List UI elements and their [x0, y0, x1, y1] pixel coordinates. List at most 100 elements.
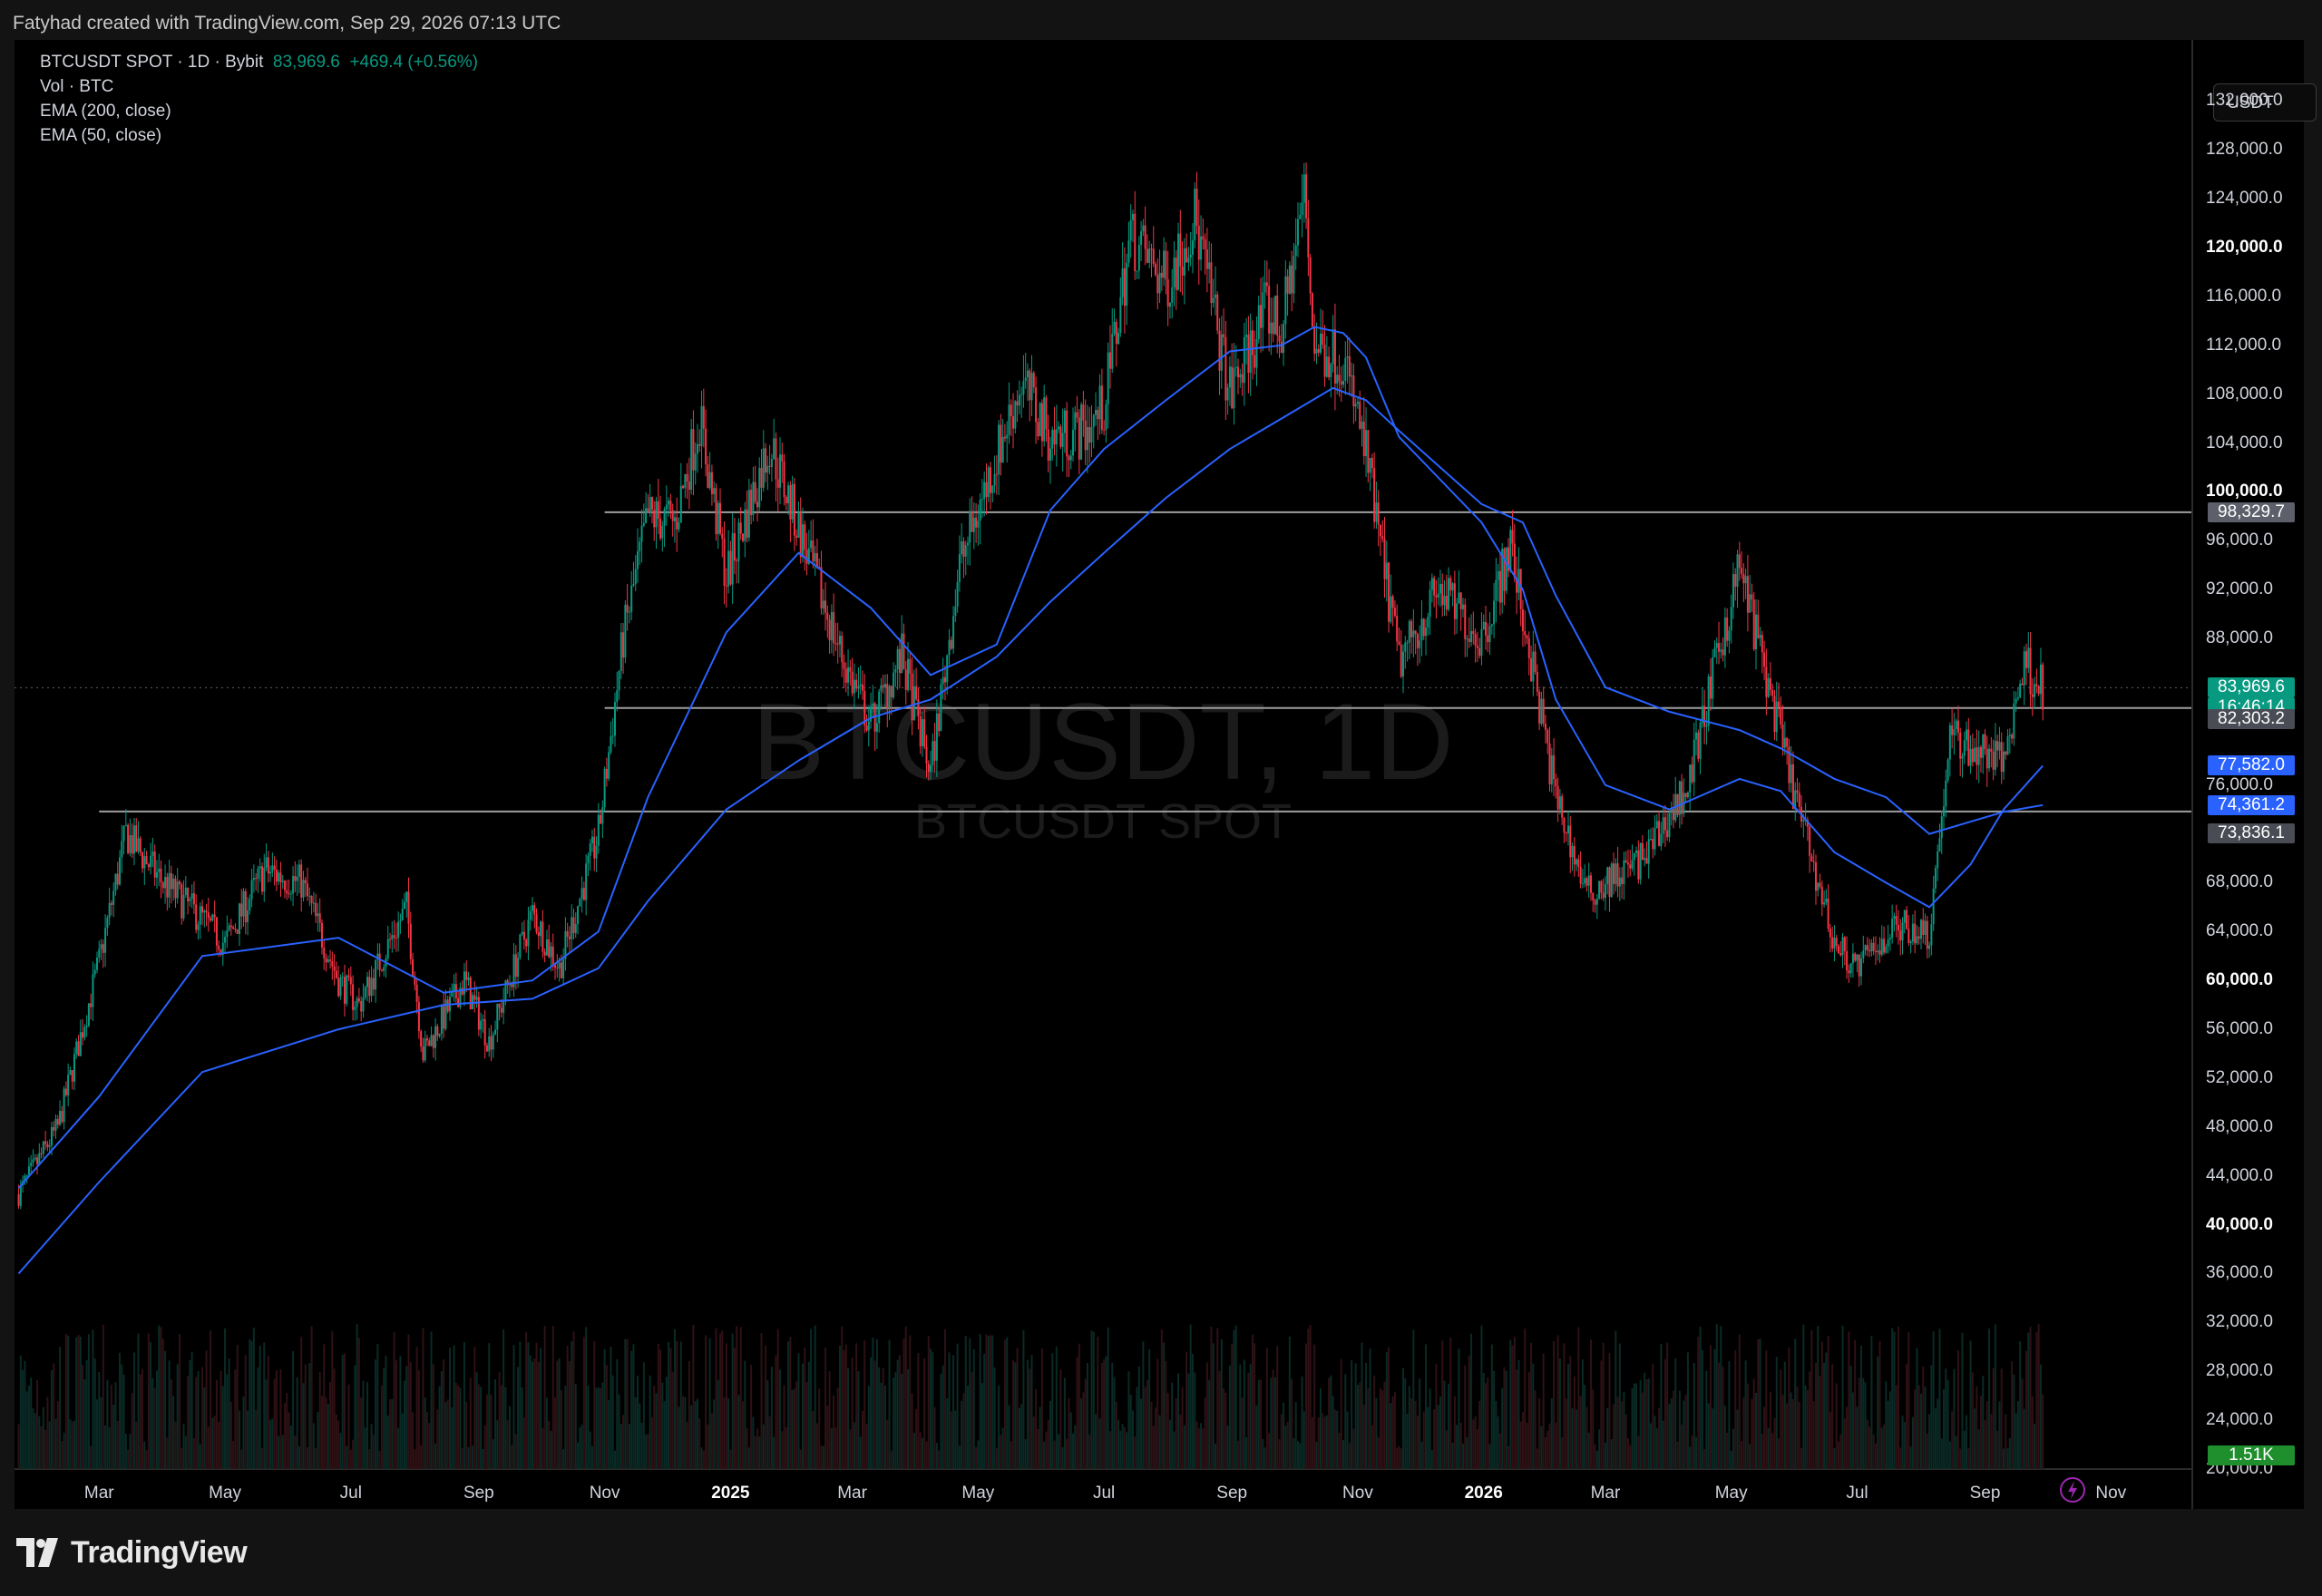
- volume-bar-424: [893, 1377, 895, 1469]
- volume-bar-251: [535, 1342, 538, 1469]
- candle-body-662: [1383, 539, 1386, 579]
- volume-bar-607: [1270, 1377, 1273, 1469]
- volume-bar-83: [189, 1359, 191, 1469]
- candle-body-129: [284, 881, 287, 890]
- candle-body-450: [946, 655, 949, 683]
- candle-body-678: [1416, 634, 1419, 648]
- candle-body-309: [655, 501, 658, 528]
- volume-bar-444: [933, 1406, 936, 1469]
- candle-body-976: [2031, 694, 2034, 697]
- volume-bar-596: [1247, 1372, 1250, 1469]
- volume-bar-451: [948, 1352, 951, 1469]
- volume-bar-22: [63, 1432, 65, 1469]
- candle-body-288: [611, 735, 614, 737]
- volume-bar-426: [896, 1359, 899, 1469]
- candle-body-689: [1439, 583, 1441, 594]
- candle-body-416: [875, 723, 878, 732]
- legend-ema200[interactable]: EMA (200, close): [40, 102, 171, 122]
- candle-body-173: [375, 959, 377, 990]
- volume-bar-240: [512, 1345, 515, 1469]
- candle-body-172: [372, 978, 375, 990]
- legend-symbol[interactable]: BTCUSDT SPOT · 1D · Bybit 83,969.6 +469.…: [40, 53, 478, 73]
- volume-bar-700: [1461, 1443, 1464, 1469]
- volume-bar-922: [1919, 1393, 1922, 1469]
- candle-body-45: [110, 902, 112, 905]
- volume-bar-123: [271, 1418, 274, 1469]
- volume-bar-911: [1897, 1326, 1899, 1469]
- chart-pane[interactable]: BTCUSDT, 1D BTCUSDT SPOT Mar May Jul Sep Nov…: [15, 40, 2317, 1509]
- volume-bar-636: [1330, 1375, 1332, 1469]
- candle-body-740: [1544, 724, 1546, 730]
- volume-bar-446: [938, 1450, 941, 1469]
- volume-bar-768: [1602, 1342, 1605, 1469]
- volume-bar-975: [2029, 1327, 2032, 1469]
- volume-bar-955: [1988, 1328, 1991, 1469]
- candle-body-283: [601, 807, 604, 824]
- candle-body-311: [659, 519, 662, 539]
- candle-body-577: [1208, 262, 1211, 269]
- volume-bar-586: [1226, 1425, 1229, 1469]
- tradingview-logo[interactable]: TradingView: [16, 1534, 248, 1571]
- candle-body-97: [218, 945, 220, 950]
- volume-bar-368: [776, 1328, 779, 1469]
- volume-bar-562: [1177, 1373, 1180, 1469]
- volume-bar-850: [1771, 1433, 1774, 1469]
- candle-body-905: [1885, 946, 1888, 953]
- legend-volume[interactable]: Vol · BTC: [40, 77, 113, 97]
- volume-bar-814: [1697, 1336, 1700, 1469]
- volume-bar-627: [1311, 1416, 1313, 1469]
- candle-body-313: [663, 509, 666, 526]
- volume-bar-353: [746, 1427, 748, 1469]
- candle-body-665: [1390, 596, 1392, 622]
- volume-bar-677: [1414, 1400, 1417, 1469]
- candle-body-927: [1930, 924, 1933, 946]
- legend-last-price: 83,969.6: [272, 53, 340, 72]
- volume-bar-494: [1037, 1428, 1039, 1469]
- legend-ema50[interactable]: EMA (50, close): [40, 126, 161, 146]
- volume-bar-844: [1759, 1338, 1761, 1469]
- lightning-icon[interactable]: [2059, 1476, 2086, 1504]
- candle-body-584: [1223, 334, 1225, 337]
- candle-body-202: [434, 1026, 437, 1048]
- legend-change: +469.4 (+0.56%): [349, 53, 478, 72]
- candle-body-24: [67, 1075, 70, 1095]
- volume-bar-727: [1517, 1359, 1520, 1469]
- volume-bar-528: [1107, 1328, 1109, 1469]
- volume-bar-430: [904, 1326, 907, 1469]
- candle-body-395: [833, 612, 835, 644]
- time-axis[interactable]: Mar May Jul Sep Nov 2025 Mar May Jul Sep Nov 2026 Ma…: [84, 1484, 2127, 1503]
- volume-bar-786: [1639, 1379, 1642, 1469]
- volume-bar-10: [38, 1416, 41, 1469]
- volume-bar-872: [1817, 1326, 1820, 1469]
- candle-body-581: [1216, 294, 1219, 331]
- volume-bar-878: [1829, 1412, 1831, 1469]
- candle-body-760: [1585, 878, 1588, 886]
- candle-body-978: [2035, 684, 2038, 686]
- candle-body-822: [1713, 647, 1716, 657]
- volume-bar-839: [1749, 1444, 1751, 1469]
- volume-bar-679: [1419, 1378, 1421, 1469]
- candle-body-546: [1144, 225, 1146, 249]
- volume-bar-908: [1891, 1328, 1894, 1469]
- candle-body-144: [315, 902, 317, 917]
- candle-body-50: [121, 841, 123, 858]
- candle-body-423: [890, 686, 893, 698]
- volume-bar-622: [1301, 1376, 1303, 1469]
- volume-bar-656: [1371, 1425, 1373, 1469]
- candle-body-644: [1346, 355, 1349, 358]
- candle-body-73: [168, 872, 171, 898]
- candle-body-298: [632, 584, 635, 586]
- volume-bar-613: [1283, 1402, 1285, 1469]
- volume-bar-514: [1078, 1343, 1080, 1469]
- volume-bar-595: [1245, 1436, 1248, 1469]
- volume-bar-296: [628, 1424, 630, 1469]
- volume-bar-579: [1212, 1343, 1215, 1469]
- volume-bar-716: [1495, 1400, 1498, 1469]
- volume-bar-671: [1401, 1367, 1404, 1469]
- volume-bar-632: [1322, 1413, 1324, 1469]
- candle-body-142: [310, 895, 313, 904]
- price-chart[interactable]: BTCUSDT, 1D BTCUSDT SPOT Mar May Jul Sep Nov…: [15, 40, 2304, 1509]
- volume-bar-482: [1012, 1359, 1015, 1469]
- candle-body-507: [1063, 410, 1066, 433]
- volume-bar-857: [1786, 1403, 1789, 1469]
